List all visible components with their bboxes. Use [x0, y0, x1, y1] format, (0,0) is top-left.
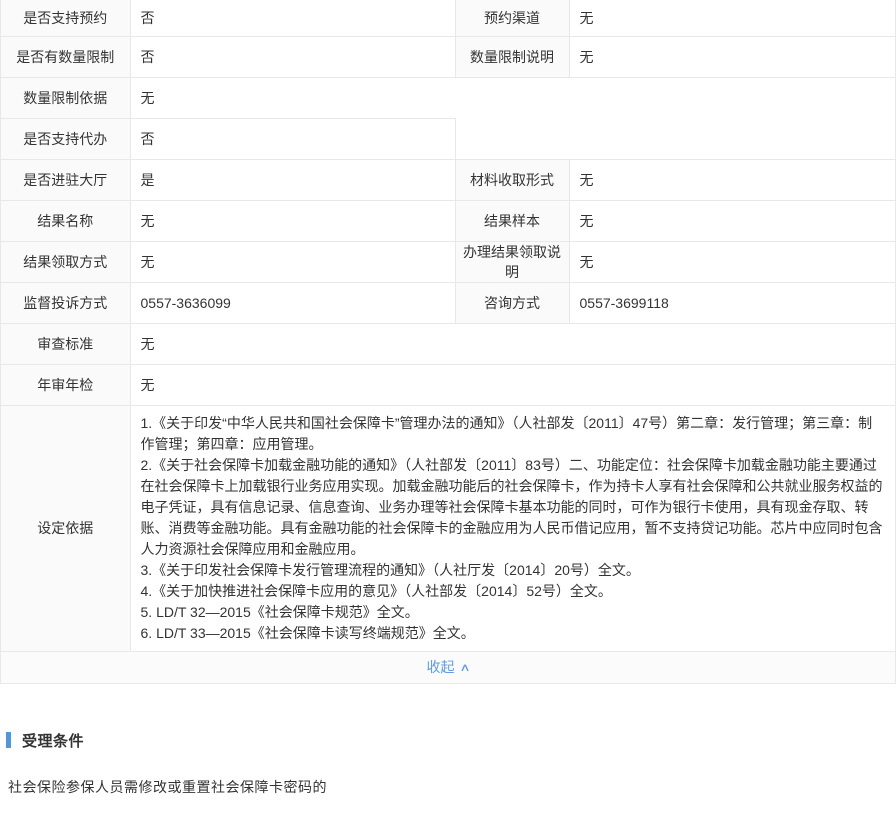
label-result-collection-note: 办理结果领取说明: [455, 240, 570, 282]
label-result-name: 结果名称: [1, 199, 131, 241]
label-annual-review: 年审年检: [1, 363, 131, 405]
setting-basis-item: 6. LD/T 33—2015《社会保障卡读写终端规范》全文。: [140, 624, 475, 641]
service-detail-table-wrap: 是否支持预约 否 预约渠道 无 是否有数量限制 否 数量限制说明 无 数量限制依…: [0, 0, 896, 684]
value-material-collection-form: 无: [569, 158, 895, 200]
value-review-standard: 无: [130, 322, 895, 364]
label-agent-support: 是否支持代办: [1, 117, 131, 159]
value-appointment-channel: 无: [579, 9, 594, 26]
value-result-collection-note: 无: [569, 240, 895, 282]
section-header: 受理条件: [6, 730, 896, 751]
section-title: 受理条件: [22, 732, 85, 750]
setting-basis-item: 3.《关于印发社会保障卡发行管理流程的通知》（人社厅发〔2014〕20号）全文。: [140, 561, 640, 578]
label-setting-basis: 设定依据: [1, 404, 131, 651]
empty-cell: [455, 76, 895, 159]
collapse-button[interactable]: 收起 ∧: [426, 657, 472, 677]
label-hall-presence: 是否进驻大厅: [1, 158, 131, 200]
label-quantity-limit: 是否有数量限制: [1, 35, 131, 77]
label-review-standard: 审查标准: [1, 322, 131, 364]
value-result-sample: 无: [569, 199, 895, 241]
label-appointment-channel: 预约渠道: [455, 0, 570, 36]
value-annual-review: 无: [130, 363, 895, 405]
service-detail-table: 是否支持预约 否 预约渠道 无 是否有数量限制 否 数量限制说明 无 数量限制依…: [1, 0, 895, 651]
value-result-collection-method: 无: [130, 240, 456, 282]
chevron-up-icon: ∧: [459, 661, 472, 674]
label-supervision-complaint-phone: 监督投诉方式: [1, 281, 131, 323]
value-appointment-support: 否: [130, 0, 456, 36]
section-accent-bar: [6, 732, 11, 748]
label-quantity-limit-basis: 数量限制依据: [1, 76, 131, 118]
label-result-collection-method: 结果领取方式: [1, 240, 131, 282]
label-quantity-limit-note: 数量限制说明: [455, 35, 570, 77]
value-quantity-limit: 否: [130, 35, 456, 77]
value-quantity-limit-basis: 无: [130, 76, 455, 118]
value-setting-basis: 1.《关于印发“中华人民共和国社会保障卡”管理办法的通知》（人社部发〔2011〕…: [130, 404, 895, 651]
setting-basis-item: 4.《关于加快推进社会保障卡应用的意见》（人社部发〔2014〕52号）全文。: [140, 582, 612, 599]
acceptance-condition-text: 社会保险参保人员需修改或重置社会保障卡密码的: [8, 778, 327, 795]
value-consultation-phone: 0557-3699118: [569, 281, 895, 323]
setting-basis-item: 1.《关于印发“中华人民共和国社会保障卡”管理办法的通知》（人社部发〔2011〕…: [140, 414, 873, 452]
service-detail-page: 是否支持预约 否 预约渠道 无 是否有数量限制 否 数量限制说明 无 数量限制依…: [0, 0, 896, 797]
label-appointment-support: 是否支持预约: [1, 0, 131, 36]
setting-basis-item: 2.《关于社会保障卡加载金融功能的通知》（人社部发〔2011〕83号）二、功能定…: [140, 456, 883, 557]
value-supervision-complaint-phone: 0557-3636099: [130, 281, 456, 323]
label-material-collection-form: 材料收取形式: [455, 158, 570, 200]
acceptance-condition-section: 受理条件 社会保险参保人员需修改或重置社会保障卡密码的: [0, 730, 896, 797]
label-consultation-phone: 咨询方式: [455, 281, 570, 323]
collapse-bar: 收起 ∧: [1, 650, 895, 684]
value-hall-presence: 是: [130, 158, 456, 200]
setting-basis-item: 5. LD/T 32—2015《社会保障卡规范》全文。: [140, 603, 419, 620]
value-result-name: 无: [130, 199, 456, 241]
value-agent-support: 否: [130, 117, 456, 159]
value-quantity-limit-note: 无: [569, 35, 895, 77]
collapse-button-label: 收起: [426, 659, 455, 675]
label-result-sample: 结果样本: [455, 199, 570, 241]
